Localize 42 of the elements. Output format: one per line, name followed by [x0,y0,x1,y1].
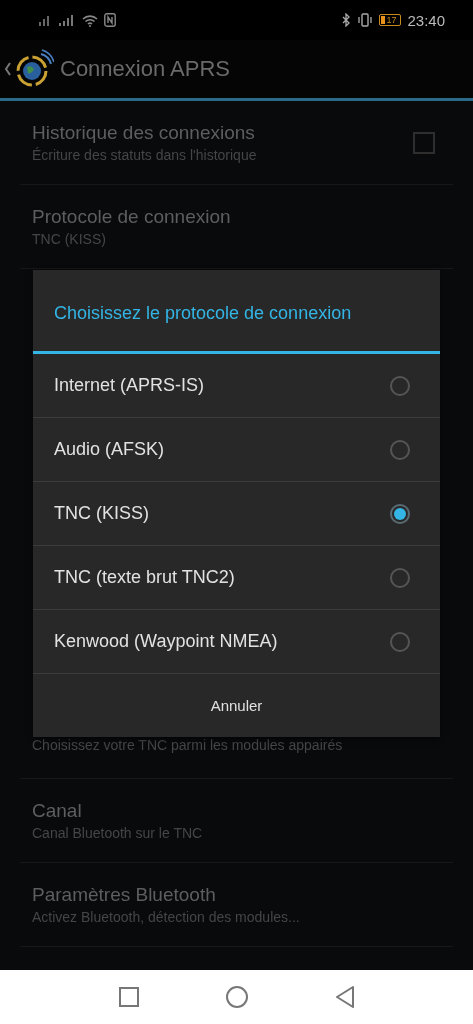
radio-button[interactable] [390,503,410,524]
radio-button[interactable] [390,375,410,396]
wifi-icon [82,13,98,27]
bluetooth-icon [341,13,352,27]
dialog-title: Choisissez le protocole de connexion [33,270,440,354]
cancel-button[interactable]: Annuler [33,674,440,737]
radio-option[interactable]: TNC (KISS) [33,482,440,546]
signal-icon [58,14,76,26]
preference-summary: Canal Bluetooth sur le TNC [32,824,204,843]
option-label: TNC (KISS) [54,503,149,524]
option-label: Kenwood (Waypoint NMEA) [54,631,278,652]
circle-icon [224,985,249,1009]
preference-summary: TNC (KISS) [32,230,107,249]
radio-option[interactable]: TNC (texte brut TNC2) [33,546,440,610]
triangle-icon [333,985,356,1009]
clock: 23:40 [407,11,445,29]
battery-icon [379,14,402,26]
radio-option[interactable]: Internet (APRS-IS) [33,354,440,418]
radio-option[interactable]: Audio (AFSK) [33,418,440,482]
radio-button[interactable] [390,439,410,460]
chevron-icon [4,61,12,77]
radio-option[interactable]: Kenwood (Waypoint NMEA) [33,610,440,674]
battery-level: 17 [386,14,397,26]
preference-summary: Écriture des statuts dans l'historique [32,146,258,165]
square-icon [117,986,140,1008]
radio-button[interactable] [390,567,410,588]
radio-button[interactable] [390,631,410,652]
screen-title: Connexion APRS [60,56,230,82]
option-label: Internet (APRS-IS) [54,375,205,396]
preference-title: Protocole de connexion [32,205,232,229]
checkbox[interactable] [413,131,435,154]
preference-title: Paramètres Bluetooth [32,883,217,907]
preference-summary: Choisissez votre TNC parmi les modules appairés [32,736,344,755]
preference-title: Canal [32,799,83,823]
preference-title: Historique des connexions [32,121,256,145]
option-label: Audio (AFSK) [54,439,165,460]
nfc-icon [104,13,116,27]
vibrate-icon [357,13,374,27]
app-logo-icon [14,49,54,89]
preference-summary: Activez Bluetooth, détection des modules... [32,908,301,927]
option-label: TNC (texte brut TNC2) [54,567,235,588]
signal-icon [38,14,52,26]
